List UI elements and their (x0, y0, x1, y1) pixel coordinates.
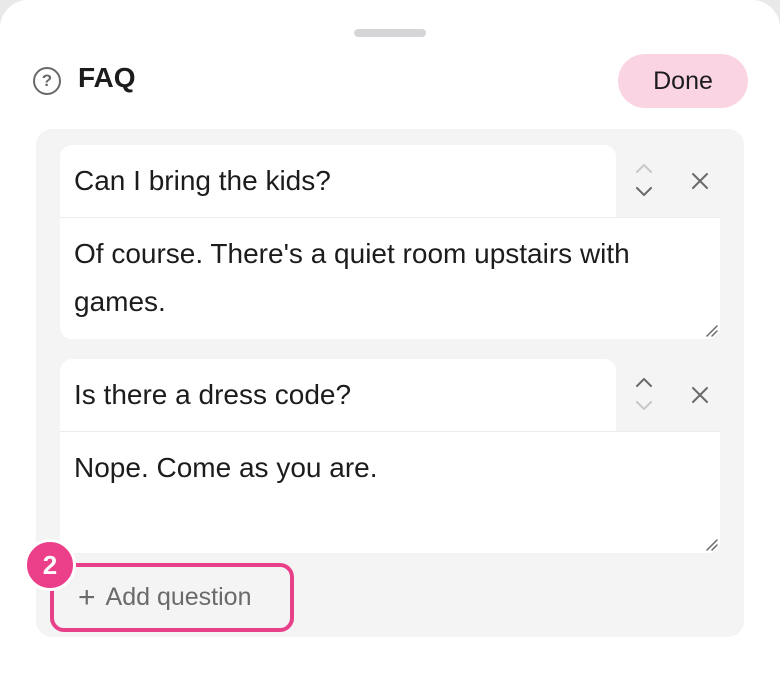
faq-list: Can I bring the kids? Of course. There's… (36, 129, 744, 637)
resize-grip-icon[interactable] (704, 323, 718, 337)
close-icon[interactable] (687, 382, 713, 408)
page-title: FAQ (78, 62, 136, 93)
question-input[interactable]: Is there a dress code? (60, 359, 616, 431)
step-badge: 2 (24, 539, 76, 591)
move-up-icon[interactable] (634, 375, 654, 389)
move-down-icon (634, 399, 654, 413)
faq-item: Is there a dress code? Nope. Come as you… (60, 359, 720, 553)
faq-item: Can I bring the kids? Of course. There's… (60, 145, 720, 339)
answer-textarea[interactable]: Of course. There's a quiet room upstairs… (60, 217, 720, 339)
resize-grip-icon[interactable] (704, 537, 718, 551)
close-icon[interactable] (687, 168, 713, 194)
question-input[interactable]: Can I bring the kids? (60, 145, 616, 217)
plus-icon: + (78, 580, 96, 614)
answer-text: Of course. There's a quiet room upstairs… (74, 238, 630, 317)
sheet-grabber[interactable] (354, 29, 426, 37)
move-up-icon (634, 161, 654, 175)
answer-text: Nope. Come as you are. (74, 452, 378, 483)
answer-textarea[interactable]: Nope. Come as you are. (60, 431, 720, 553)
done-button[interactable]: Done (618, 54, 748, 108)
question-circle-icon: ? (33, 67, 61, 95)
add-question-label: Add question (105, 583, 252, 611)
add-question-button[interactable]: + Add question (50, 563, 294, 632)
faq-sheet: ? FAQ Done Can I bring the kids? Of cour… (0, 0, 780, 674)
move-down-icon[interactable] (634, 185, 654, 199)
